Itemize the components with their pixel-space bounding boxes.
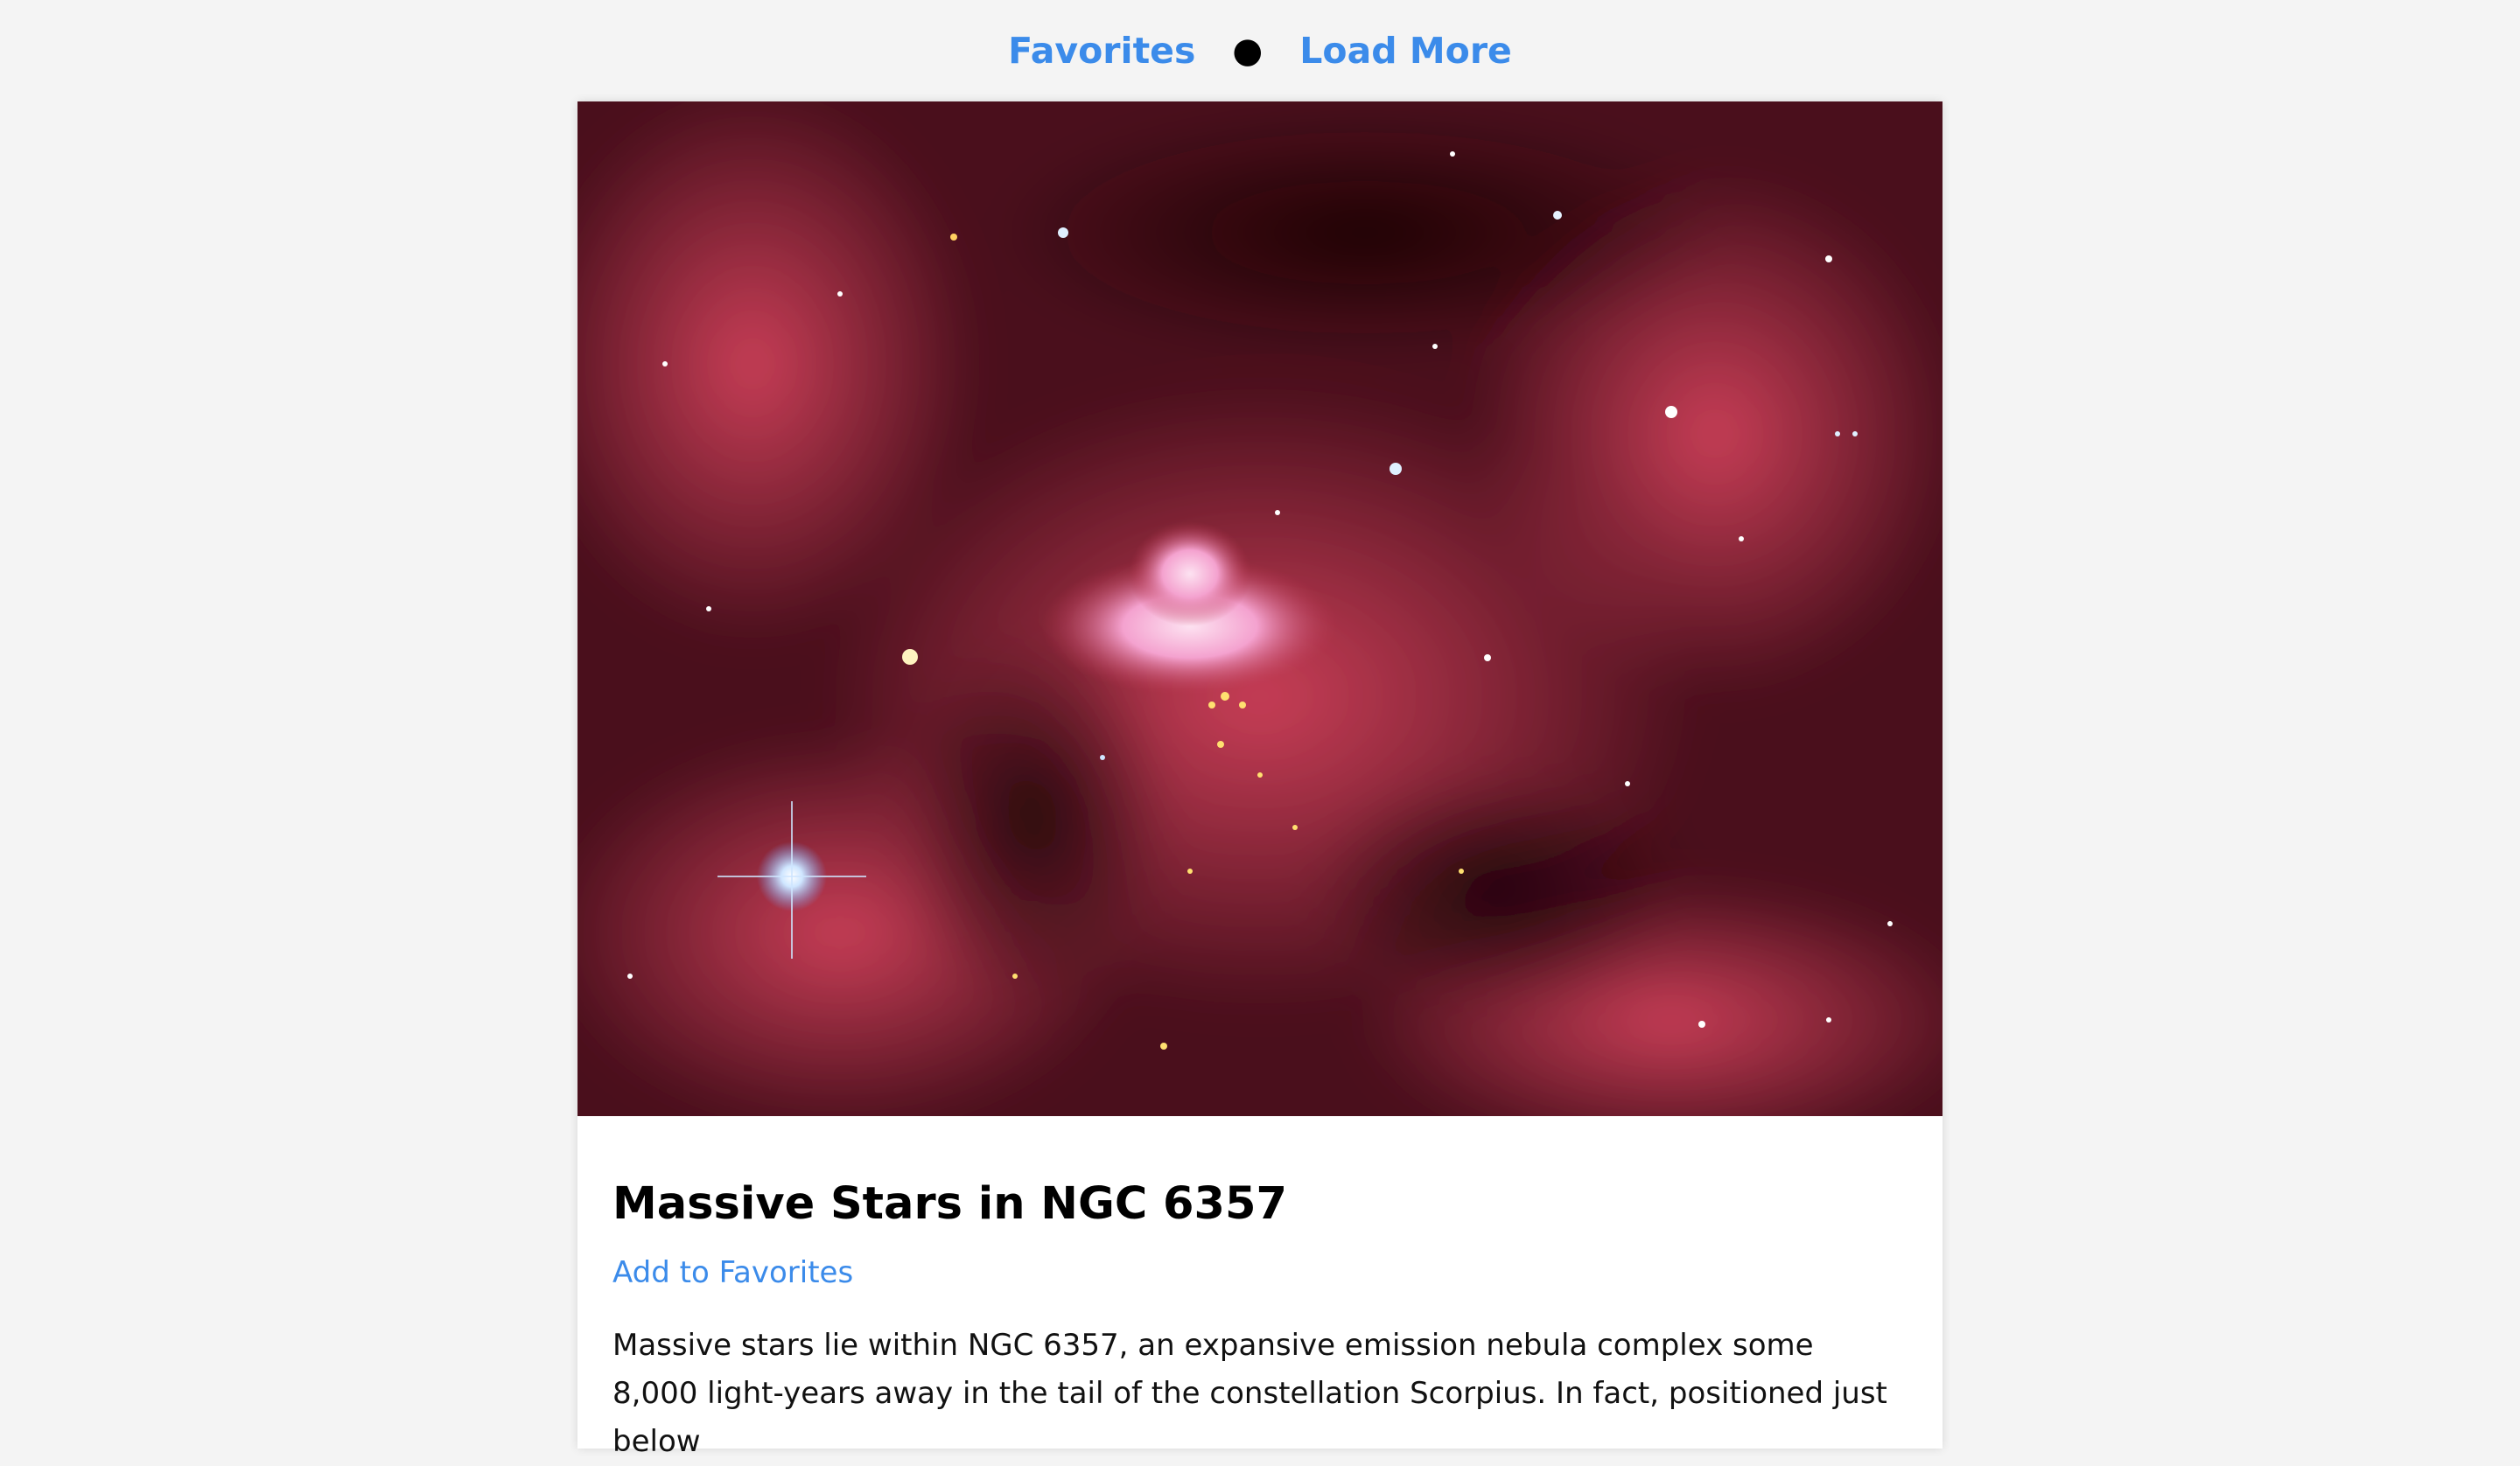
nebula-image[interactable]	[578, 101, 1942, 1116]
top-nav: Favorites ● Load More	[0, 0, 2520, 101]
card-body: Massive Stars in NGC 6357 Add to Favorit…	[578, 1116, 1942, 1466]
add-to-favorites-link[interactable]: Add to Favorites	[612, 1255, 853, 1290]
nav-separator-dot: ●	[1232, 31, 1264, 71]
load-more-link[interactable]: Load More	[1299, 30, 1512, 72]
article-title: Massive Stars in NGC 6357	[612, 1178, 1287, 1230]
article-description: Massive stars lie within NGC 6357, an ex…	[612, 1328, 1887, 1460]
favorites-link[interactable]: Favorites	[1008, 30, 1195, 72]
apod-card: Massive Stars in NGC 6357 Add to Favorit…	[578, 101, 1942, 1459]
